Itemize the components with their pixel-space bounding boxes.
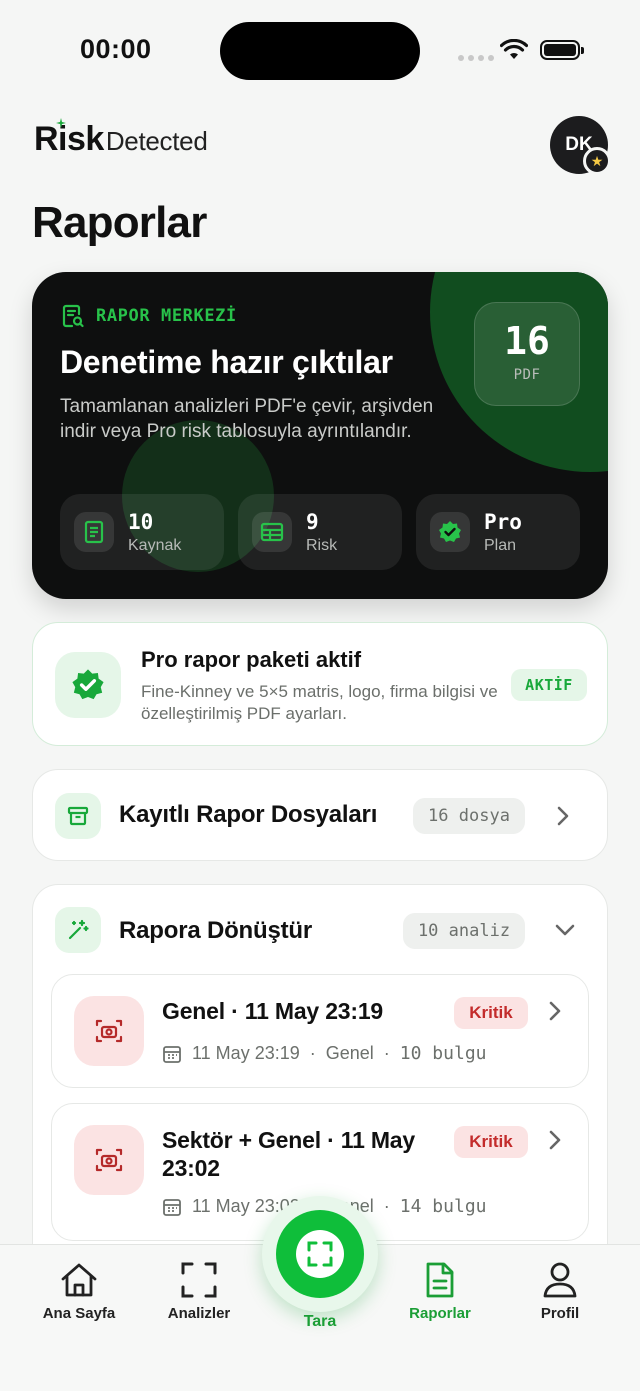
magic-wand-icon [55, 907, 101, 953]
tab-home[interactable]: Ana Sayfa [19, 1261, 139, 1322]
report-document-icon [426, 1262, 454, 1298]
hero-eyebrow: RAPOR MERKEZİ [62, 304, 237, 328]
chevron-right-icon [549, 1130, 561, 1150]
scan-icon [296, 1230, 344, 1278]
analysis-title: Sektör + Genel · 11 May 23:02 [162, 1127, 415, 1181]
pdf-count-label: PDF [513, 367, 541, 383]
chevron-right-icon [557, 806, 569, 826]
battery-icon [540, 40, 584, 60]
tab-profile-label: Profil [540, 1305, 580, 1322]
separator-dot: · [383, 1196, 390, 1216]
camera-scan-icon [74, 1125, 144, 1195]
analysis-category: Genel [325, 1043, 374, 1063]
hero-eyebrow-label: RAPOR MERKEZİ [96, 306, 237, 326]
analysis-list-item[interactable]: Genel · 11 May 23:19 Kritik 11 May 23:19… [51, 974, 589, 1088]
verified-badge-icon [430, 512, 470, 552]
tab-profile[interactable]: Profil [500, 1261, 620, 1322]
analysis-count-badge: 10 analiz [403, 913, 525, 949]
report-search-icon [62, 304, 84, 328]
saved-reports-card[interactable]: Kayıtlı Rapor Dosyaları 16 dosya [32, 769, 608, 861]
cellular-icon [458, 55, 494, 61]
app-logo: Risk Detected [34, 118, 208, 159]
hero-title: Denetime hazır çıktılar [60, 344, 393, 380]
chevron-down-icon[interactable] [554, 923, 576, 937]
pro-title: Pro rapor paketi aktif [141, 647, 362, 672]
stat-label: Risk [306, 536, 338, 554]
star-icon: ★ [583, 147, 611, 175]
active-badge: AKTİF [511, 669, 587, 701]
separator-dot: · [383, 1043, 390, 1063]
logo-detected-text: Detected [105, 126, 208, 156]
tab-reports-label: Raporlar [409, 1305, 471, 1322]
analysis-findings: 14 bulgu [399, 1196, 487, 1217]
pdf-count-value: 16 [504, 319, 550, 363]
dynamic-island [220, 22, 420, 80]
stat-plan: Pro Plan [416, 494, 580, 570]
pro-package-card[interactable]: Pro rapor paketi aktif Fine-Kinney ve 5×… [32, 622, 608, 746]
file-count-badge: 16 dosya [413, 798, 525, 834]
tab-analyses[interactable]: Analizler [139, 1261, 259, 1322]
scan-frame-icon [181, 1262, 217, 1298]
analysis-meta: 11 May 23:19 · Genel · 10 bulgu [162, 1043, 487, 1064]
scan-label: Tara [303, 1313, 337, 1330]
verified-badge-icon [55, 652, 121, 718]
analysis-findings: 10 bulgu [399, 1043, 487, 1064]
camera-scan-icon [74, 996, 144, 1066]
hero-description: Tamamlanan analizleri PDF'e çevir, arşiv… [60, 396, 434, 442]
stat-value: Pro [484, 509, 522, 534]
logo-risk-text: Risk [34, 120, 104, 158]
stat-risk: 9 Risk [238, 494, 402, 570]
home-icon [61, 1263, 97, 1297]
stat-source: 10 Kaynak [60, 494, 224, 570]
calendar-icon [163, 1198, 181, 1216]
page-title: Raporlar [32, 198, 207, 247]
status-time: 00:00 [80, 34, 152, 64]
stat-value: 9 [306, 509, 319, 534]
document-icon [74, 512, 114, 552]
pdf-count-tile: 16 PDF [474, 302, 580, 406]
wifi-icon [500, 39, 528, 59]
saved-reports-title: Kayıtlı Rapor Dosyaları [119, 801, 378, 828]
separator-dot: · [309, 1043, 316, 1063]
sparkle-icon [56, 118, 66, 128]
tab-analyses-label: Analizler [167, 1305, 231, 1322]
analysis-date: 11 May 23:19 [192, 1043, 300, 1063]
chevron-right-icon [549, 1001, 561, 1021]
user-icon [543, 1262, 577, 1298]
stat-value: 10 [128, 509, 154, 534]
severity-badge: Kritik [454, 997, 528, 1029]
pro-description: Fine-Kinney ve 5×5 matris, logo, firma b… [141, 682, 498, 723]
scan-button[interactable] [276, 1210, 364, 1298]
tab-reports[interactable]: Raporlar [380, 1261, 500, 1322]
calendar-icon [163, 1045, 181, 1063]
table-icon [252, 512, 292, 552]
analysis-title: Genel · 11 May 23:19 [162, 998, 384, 1024]
hero-stats: 10 Kaynak 9 Risk Pro Plan [60, 494, 580, 570]
stat-label: Kaynak [128, 536, 182, 554]
status-bar: 00:00 [0, 0, 640, 100]
tab-home-label: Ana Sayfa [42, 1305, 116, 1322]
archive-icon [55, 793, 101, 839]
stat-label: Plan [484, 536, 517, 554]
severity-badge: Kritik [454, 1126, 528, 1158]
convert-title: Rapora Dönüştür [119, 917, 313, 944]
report-center-card: RAPOR MERKEZİ Denetime hazır çıktılar Ta… [32, 272, 608, 599]
